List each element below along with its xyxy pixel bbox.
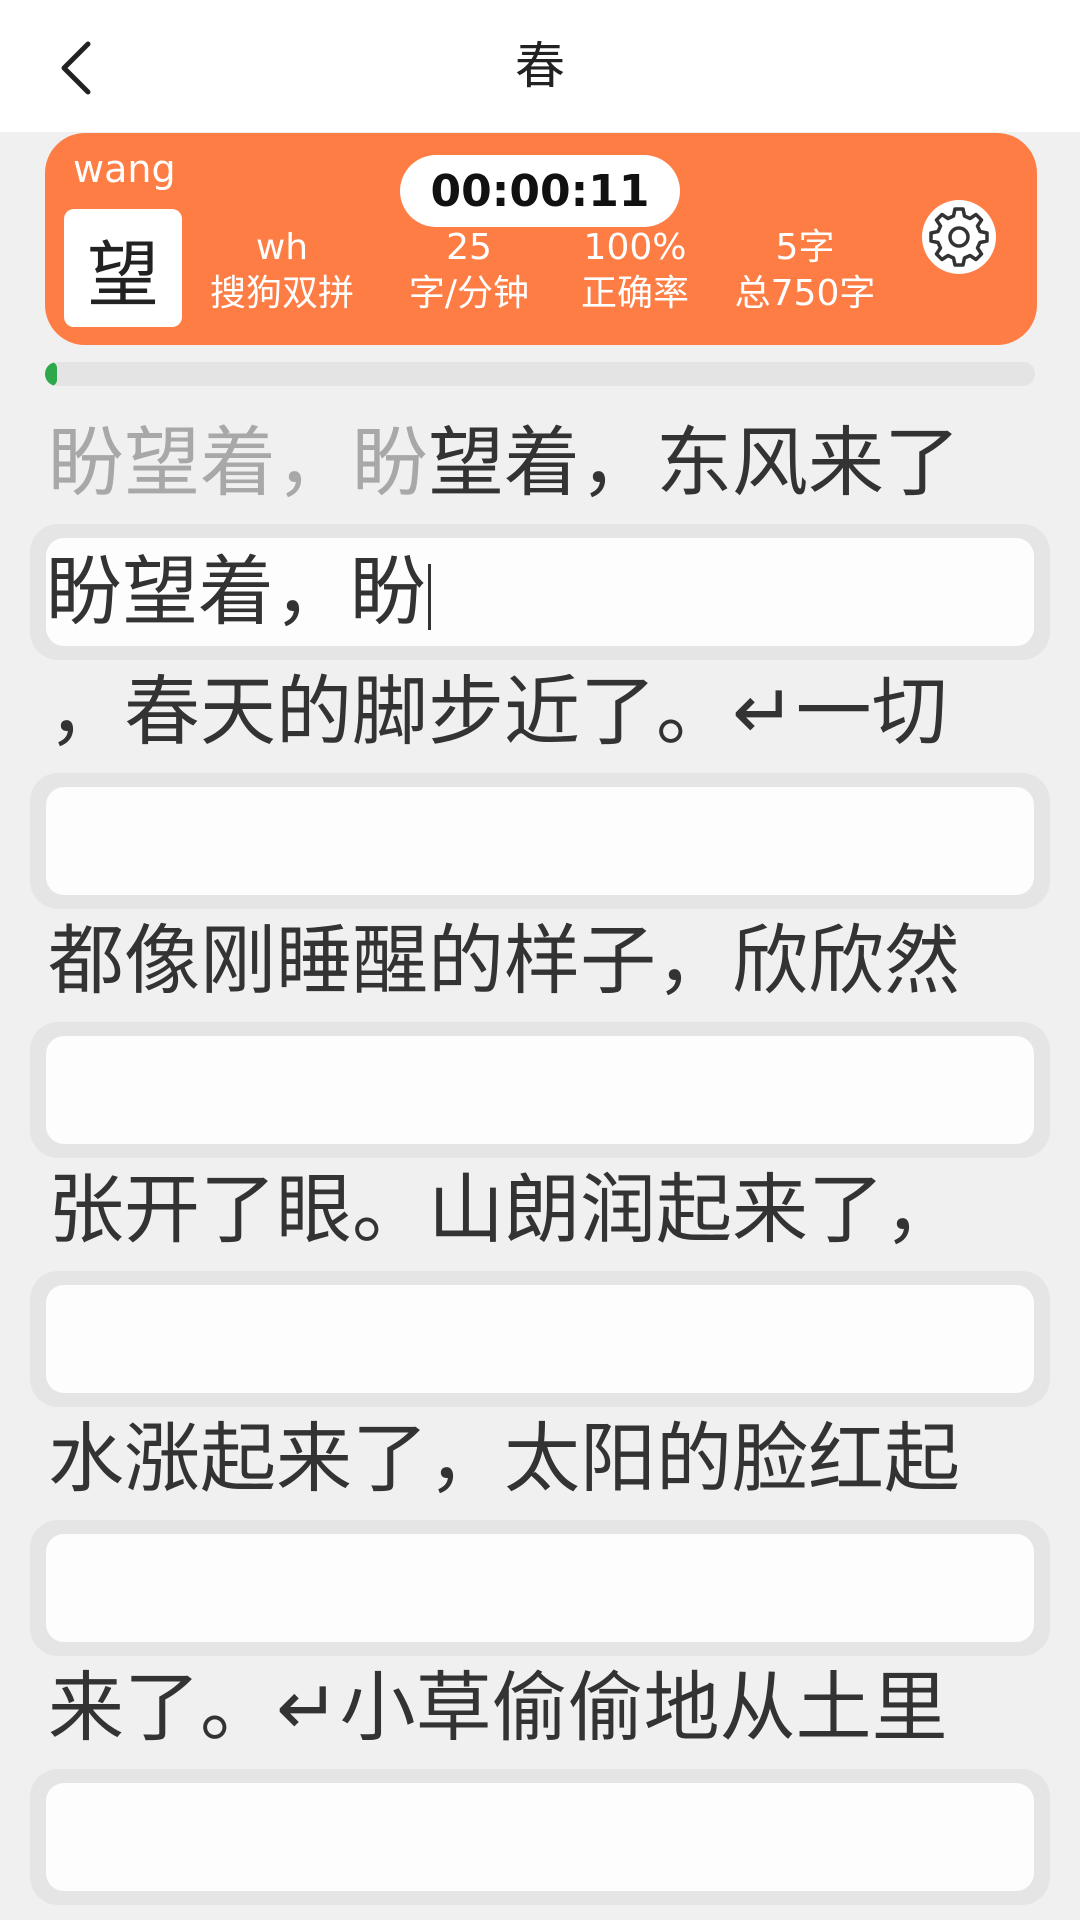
source-text-line: 来了。↵小草偷偷地从土里 — [48, 1653, 948, 1763]
scheme-name: 搜狗双拼 — [209, 273, 355, 314]
timer: 00:00:11 — [400, 155, 680, 227]
typing-input[interactable] — [46, 1783, 1034, 1891]
source-text-line: 水涨起来了，太阳的脸红起 — [48, 1404, 960, 1514]
practice-area: 盼望着，盼望着，东风来了 盼望着，盼 ，春天的脚步近了。↵一切 都像刚睡醒的样子… — [0, 408, 1080, 1905]
accuracy-label: 正确率 — [580, 273, 690, 314]
scheme-code: wh — [255, 227, 309, 268]
typing-input[interactable] — [46, 787, 1034, 895]
input-text: 盼望着，盼 — [46, 547, 426, 636]
settings-button[interactable] — [921, 199, 997, 275]
practice-row: 来了。↵小草偷偷地从土里 — [0, 1653, 1080, 1905]
practice-row: 水涨起来了，太阳的脸红起 — [0, 1404, 1080, 1656]
count-stat: 5字 总750字 — [735, 225, 876, 317]
text-caret — [428, 564, 431, 630]
typing-input[interactable] — [46, 1285, 1034, 1393]
speed-value: 25 — [446, 227, 492, 268]
top-bar: 春 — [0, 0, 1080, 132]
typed-text: 盼望着，盼 — [48, 418, 428, 507]
count-value: 5字 — [775, 227, 835, 268]
pending-text: 张开了眼。山朗润起来了， — [48, 1165, 960, 1254]
accuracy-value: 100% — [583, 227, 687, 268]
source-text-line: ，春天的脚步近了。↵一切 — [48, 657, 948, 767]
accuracy-stat: 100% 正确率 — [581, 225, 689, 317]
input-frame: 盼望着，盼 — [30, 524, 1050, 660]
stats-panel: wang 望 00:00:11 wh 搜狗双拼 25 字/分钟 100% 正确率… — [45, 133, 1037, 345]
input-frame — [30, 1271, 1050, 1407]
pending-text: 都像刚睡醒的样子，欣欣然 — [48, 916, 960, 1005]
practice-row: ，春天的脚步近了。↵一切 — [0, 657, 1080, 909]
progress-bar — [45, 362, 1035, 386]
source-text-line: 盼望着，盼望着，东风来了 — [48, 408, 960, 518]
pending-text: 望着，东风来了 — [428, 418, 960, 507]
pending-text: ，春天的脚步近了。↵一切 — [48, 667, 948, 756]
speed-label: 字/分钟 — [408, 273, 530, 314]
typing-input[interactable] — [46, 1534, 1034, 1642]
input-frame — [30, 1022, 1050, 1158]
pending-text: 水涨起来了，太阳的脸红起 — [48, 1414, 960, 1503]
current-pinyin: wang — [73, 147, 176, 191]
progress-fill — [45, 362, 57, 386]
practice-row: 张开了眼。山朗润起来了， — [0, 1155, 1080, 1407]
input-frame — [30, 1769, 1050, 1905]
page-title: 春 — [515, 37, 565, 95]
speed-stat: 25 字/分钟 — [409, 225, 529, 317]
current-char: 望 — [64, 209, 182, 327]
typing-input[interactable] — [46, 1036, 1034, 1144]
practice-row: 都像刚睡醒的样子，欣欣然 — [0, 906, 1080, 1158]
count-label: 总750字 — [734, 273, 876, 314]
input-frame — [30, 773, 1050, 909]
source-text-line: 张开了眼。山朗润起来了， — [48, 1155, 960, 1265]
practice-row: 盼望着，盼望着，东风来了 盼望着，盼 — [0, 408, 1080, 660]
gear-icon — [922, 200, 996, 274]
input-scheme-stat: wh 搜狗双拼 — [210, 225, 354, 317]
pending-text: 来了。↵小草偷偷地从土里 — [48, 1663, 948, 1752]
typing-input[interactable]: 盼望着，盼 — [46, 538, 1034, 646]
source-text-line: 都像刚睡醒的样子，欣欣然 — [48, 906, 960, 1016]
input-frame — [30, 1520, 1050, 1656]
